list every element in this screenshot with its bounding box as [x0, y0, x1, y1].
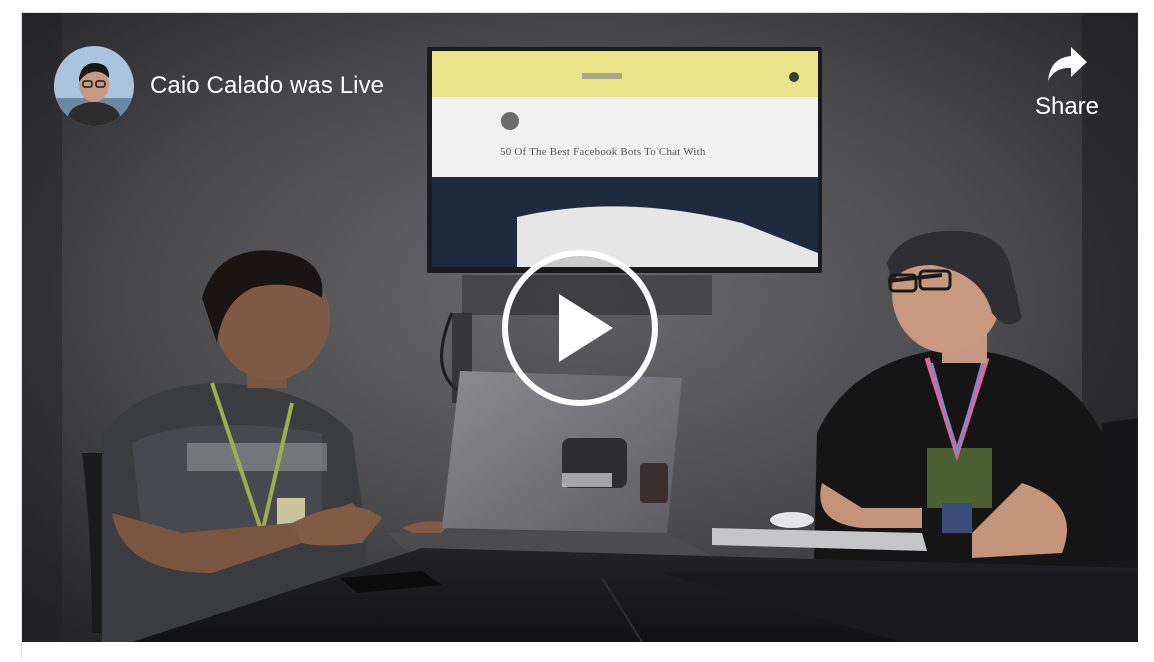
post-header: Caio Calado was Live	[54, 46, 384, 126]
tv-screen	[427, 47, 822, 273]
avatar[interactable]	[54, 46, 134, 126]
share-label: Share	[1034, 93, 1100, 120]
play-button[interactable]	[501, 249, 659, 407]
share-arrow-icon	[1048, 47, 1087, 81]
avatar-image	[54, 46, 134, 126]
live-post-title[interactable]: Caio Calado was Live	[150, 72, 384, 100]
tv-article-title: 50 Of The Best Facebook Bots To Chat Wit…	[500, 146, 706, 158]
video-player[interactable]: 50 Of The Best Facebook Bots To Chat Wit…	[22, 13, 1138, 642]
share-button[interactable]: Share	[1022, 45, 1112, 121]
video-embed: 50 Of The Best Facebook Bots To Chat Wit…	[21, 12, 1138, 662]
play-icon	[502, 250, 658, 406]
post-footer-area	[22, 642, 1138, 662]
